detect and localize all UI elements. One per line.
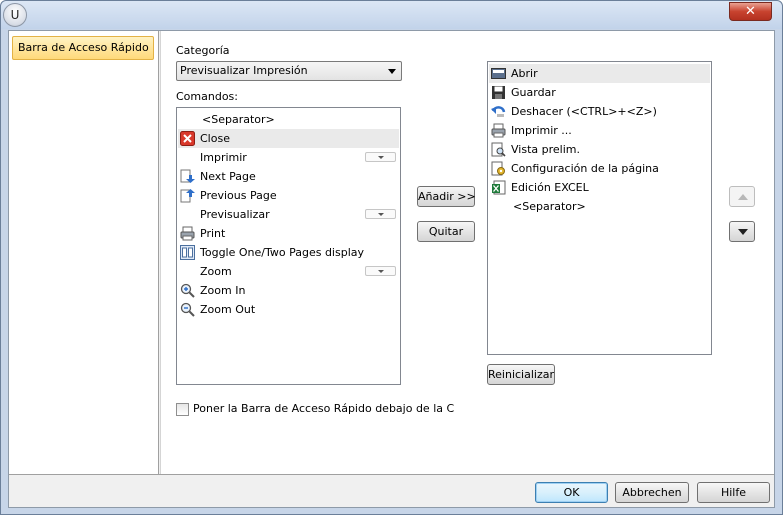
arrow-down-icon: [738, 229, 748, 235]
list-item[interactable]: Previous Page: [178, 186, 399, 205]
list-item[interactable]: <Separator>: [489, 197, 710, 216]
add-button[interactable]: Añadir >>: [417, 186, 476, 207]
title-bar[interactable]: U ✕: [1, 1, 782, 29]
list-item-label: Vista prelim.: [511, 143, 580, 156]
nav-item-quick-access-toolbar[interactable]: Barra de Acceso Rápido: [12, 36, 154, 60]
window-close-button[interactable]: ✕: [729, 2, 772, 21]
options-nav: Barra de Acceso Rápido: [9, 31, 159, 474]
two-pages-icon: [180, 245, 195, 260]
commands-list[interactable]: <Separator> Close Imprimir Next Page Pre…: [176, 107, 401, 385]
list-item[interactable]: Print: [178, 224, 399, 243]
options-content: Categoría Previsualizar Impresión Comand…: [160, 31, 774, 474]
help-button[interactable]: Hilfe: [697, 482, 770, 503]
close-red-icon: [180, 131, 195, 146]
list-item[interactable]: Imprimir ...: [489, 121, 710, 140]
list-item-label: Edición EXCEL: [511, 181, 589, 194]
list-item[interactable]: Edición EXCEL: [489, 178, 710, 197]
list-item[interactable]: Deshacer (<CTRL>+<Z>): [489, 102, 710, 121]
list-item-label: Zoom Out: [200, 303, 256, 316]
list-item-label: Print: [200, 227, 226, 240]
list-item-label: Configuración de la página: [511, 162, 659, 175]
category-select-value: Previsualizar Impresión: [180, 64, 308, 77]
chevron-down-icon[interactable]: [365, 152, 396, 162]
list-item-label: Imprimir: [200, 151, 247, 164]
chevron-down-icon[interactable]: [365, 266, 396, 276]
reset-button[interactable]: Reinicializar: [487, 364, 555, 385]
list-item[interactable]: Zoom: [178, 262, 399, 281]
next-page-icon: [180, 169, 195, 183]
dialog-footer: OK Abbrechen Hilfe: [9, 474, 774, 507]
list-item-label: <Separator>: [202, 113, 275, 126]
list-item[interactable]: Configuración de la página: [489, 159, 710, 178]
zoom-in-icon: [180, 283, 195, 298]
list-item[interactable]: <Separator>: [178, 110, 399, 129]
move-up-button[interactable]: [729, 186, 755, 207]
list-item-label: Close: [200, 132, 230, 145]
list-item[interactable]: Guardar: [489, 83, 710, 102]
app-icon[interactable]: U: [3, 3, 27, 27]
list-item-label: Next Page: [200, 170, 256, 183]
list-item[interactable]: Vista prelim.: [489, 140, 710, 159]
list-item-label: Toggle One/Two Pages display: [200, 246, 365, 259]
commands-label: Comandos:: [176, 90, 238, 103]
printer-icon: [491, 123, 506, 138]
chevron-down-icon[interactable]: [365, 209, 396, 219]
print-preview-icon: [491, 142, 506, 157]
list-item[interactable]: Zoom In: [178, 281, 399, 300]
list-item-label: Imprimir ...: [511, 124, 572, 137]
list-item-label: Abrir: [511, 67, 538, 80]
list-item-label: Zoom: [200, 265, 232, 278]
below-ribbon-label: Poner la Barra de Acceso Rápido debajo d…: [193, 402, 455, 415]
dialog-client-area: Barra de Acceso Rápido Categoría Previsu…: [8, 30, 775, 508]
list-item-label: <Separator>: [513, 200, 586, 213]
list-item[interactable]: Imprimir: [178, 148, 399, 167]
previous-page-icon: [180, 189, 195, 203]
folder-open-icon: [491, 68, 506, 79]
cancel-button[interactable]: Abbrechen: [615, 482, 689, 503]
list-item-label: Previous Page: [200, 189, 277, 202]
arrow-up-icon: [738, 194, 748, 200]
category-label: Categoría: [176, 44, 230, 57]
category-select[interactable]: Previsualizar Impresión: [176, 61, 402, 81]
excel-icon: [492, 180, 506, 195]
printer-icon: [180, 226, 195, 241]
page-setup-icon: [491, 161, 505, 176]
list-item[interactable]: Previsualizar: [178, 205, 399, 224]
chevron-down-icon[interactable]: [388, 69, 396, 74]
list-item-label: Zoom In: [200, 284, 246, 297]
list-item[interactable]: Next Page: [178, 167, 399, 186]
list-item[interactable]: Close: [178, 129, 399, 148]
list-item[interactable]: Abrir: [489, 64, 710, 83]
undo-icon: [491, 106, 506, 117]
below-ribbon-checkbox[interactable]: [176, 403, 189, 416]
toolbar-items-list[interactable]: Abrir Guardar Deshacer (<CTRL>+<Z>) Impr…: [487, 61, 712, 355]
list-item[interactable]: Toggle One/Two Pages display: [178, 243, 399, 262]
list-item-label: Guardar: [511, 86, 556, 99]
move-down-button[interactable]: [729, 221, 755, 242]
list-item-label: Deshacer (<CTRL>+<Z>): [511, 105, 657, 118]
dialog-window: U ✕ Barra de Acceso Rápido Categoría Pre…: [0, 0, 783, 515]
list-item[interactable]: Zoom Out: [178, 300, 399, 319]
list-item-label: Previsualizar: [200, 208, 270, 221]
ok-button[interactable]: OK: [535, 482, 608, 503]
zoom-out-icon: [180, 302, 195, 317]
remove-button[interactable]: Quitar: [417, 221, 475, 242]
floppy-disk-icon: [492, 86, 505, 99]
